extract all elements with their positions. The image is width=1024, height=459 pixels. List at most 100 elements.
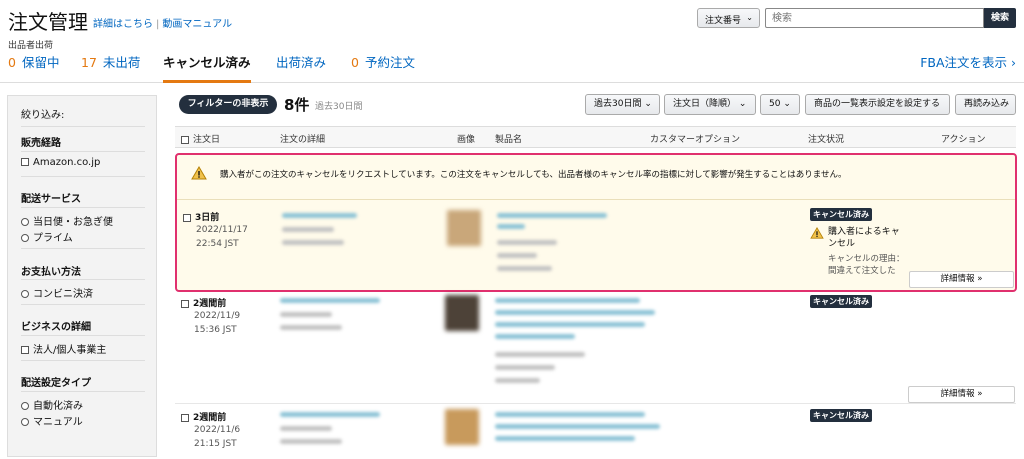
page-size-select[interactable]: 50 ⌄ bbox=[760, 94, 800, 115]
search-type-select[interactable]: 注文番号 ⌄ bbox=[697, 8, 760, 28]
filter-option-automated[interactable]: 自動化済み bbox=[21, 397, 83, 412]
product-name-link-blurred[interactable] bbox=[497, 224, 525, 229]
radio[interactable] bbox=[21, 218, 29, 226]
details-label: 詳細情報 bbox=[940, 274, 975, 284]
row-checkbox[interactable] bbox=[181, 299, 189, 308]
relative-date-label: 3日前 bbox=[195, 213, 220, 223]
chevron-down-icon: ⌄ bbox=[738, 99, 747, 109]
chevron-down-icon: ⌄ bbox=[783, 99, 791, 109]
col-order-status: 注文状況 bbox=[808, 135, 845, 145]
order-detail-blurred bbox=[280, 439, 342, 444]
row-checkbox[interactable] bbox=[183, 213, 191, 222]
divider bbox=[21, 126, 145, 127]
option-label: 法人/個人事業主 bbox=[33, 345, 107, 356]
product-name-link-blurred[interactable] bbox=[495, 424, 660, 429]
product-name-link-blurred[interactable] bbox=[495, 412, 645, 417]
link-separator: | bbox=[156, 19, 160, 30]
option-label: 自動化済み bbox=[33, 401, 83, 412]
product-thumbnail[interactable] bbox=[447, 210, 481, 246]
search-button[interactable]: 検索 bbox=[984, 8, 1016, 28]
order-relative-date: 2週間前 bbox=[181, 296, 226, 309]
checkbox[interactable] bbox=[21, 158, 29, 166]
search-type-value: 注文番号 bbox=[705, 16, 742, 26]
fba-orders-link[interactable]: FBA注文を表示 › bbox=[920, 54, 1016, 72]
divider bbox=[21, 248, 145, 249]
reload-button[interactable]: 再読み込み bbox=[955, 94, 1016, 115]
tab-preorder[interactable]: 0 予約注文 bbox=[351, 54, 415, 83]
product-detail-blurred bbox=[497, 253, 537, 258]
order-date: 2022/11/17 bbox=[196, 225, 248, 235]
row-checkbox[interactable] bbox=[181, 413, 189, 422]
filter-option-konbini[interactable]: コンビニ決済 bbox=[21, 285, 93, 300]
status-badge: キャンセル済み bbox=[810, 208, 872, 221]
tab-label: キャンセル済み bbox=[163, 55, 251, 70]
order-time: 22:54 JST bbox=[196, 239, 239, 249]
period-select[interactable]: 過去30日間 ⌄ bbox=[585, 94, 660, 115]
tab-cancelled[interactable]: キャンセル済み bbox=[163, 54, 251, 83]
filter-heading-shipping-service: 配送サービス bbox=[21, 194, 81, 205]
cancel-reason-title: 購入者によるキャンセル bbox=[828, 227, 900, 249]
tab-label: 保留中 bbox=[21, 55, 60, 70]
divider bbox=[21, 279, 145, 280]
radio[interactable] bbox=[21, 402, 29, 410]
tab-pending[interactable]: 0 保留中 bbox=[8, 54, 59, 83]
filter-heading-shipping-type: 配送設定タイプ bbox=[21, 378, 91, 389]
product-name-link-blurred[interactable] bbox=[495, 334, 575, 339]
details-button[interactable]: 詳細情報 » bbox=[908, 386, 1015, 403]
product-detail-blurred bbox=[495, 352, 585, 357]
product-name-link-blurred[interactable] bbox=[495, 310, 655, 315]
product-detail-blurred bbox=[495, 378, 540, 383]
order-date: 2022/11/9 bbox=[194, 311, 241, 321]
order-detail-blurred bbox=[280, 312, 332, 317]
radio[interactable] bbox=[21, 290, 29, 298]
tab-shipped[interactable]: 出荷済み bbox=[276, 54, 326, 83]
filter-option-prime[interactable]: プライム bbox=[21, 229, 73, 244]
display-settings-button[interactable]: 商品の一覧表示設定を設定する bbox=[805, 94, 950, 115]
details-button[interactable]: 詳細情報 » bbox=[909, 271, 1014, 288]
tab-count: 0 bbox=[351, 55, 359, 70]
product-name-link-blurred[interactable] bbox=[495, 298, 640, 303]
filter-option-amazon[interactable]: Amazon.co.jp bbox=[21, 157, 100, 168]
product-name-link-blurred[interactable] bbox=[495, 322, 645, 327]
option-label: Amazon.co.jp bbox=[33, 157, 101, 168]
search-input[interactable] bbox=[765, 8, 984, 28]
order-time: 21:15 JST bbox=[194, 439, 237, 449]
details-link[interactable]: 詳細はこちら bbox=[93, 19, 153, 30]
tab-count: 17 bbox=[81, 55, 97, 70]
order-status-tabs: 0 保留中 17 未出荷 キャンセル済み 出荷済み 0 予約注文 FBA注文を表示 › bbox=[0, 54, 1024, 83]
product-thumbnail[interactable] bbox=[445, 295, 479, 331]
period-note: 過去30日間 bbox=[315, 102, 363, 112]
option-label: コンビニ決済 bbox=[33, 289, 93, 300]
filter-option-business[interactable]: 法人/個人事業主 bbox=[21, 341, 106, 356]
filter-option-sameday[interactable]: 当日便・お急ぎ便 bbox=[21, 213, 113, 228]
chevron-down-icon: ⌄ bbox=[644, 99, 652, 109]
warning-icon bbox=[191, 166, 207, 180]
hide-filters-button[interactable]: フィルターの非表示 bbox=[179, 95, 277, 114]
order-detail-blurred bbox=[282, 240, 344, 245]
chevron-right-icon: › bbox=[1011, 55, 1016, 70]
order-relative-date: 2週間前 bbox=[181, 410, 226, 423]
tab-unshipped[interactable]: 17 未出荷 bbox=[81, 54, 140, 83]
select-all-checkbox[interactable] bbox=[181, 135, 189, 144]
product-name-link-blurred[interactable] bbox=[497, 213, 607, 218]
warning-icon bbox=[810, 227, 824, 239]
col-order-details: 注文の詳細 bbox=[280, 135, 326, 145]
select-value: 50 bbox=[769, 99, 781, 109]
product-thumbnail[interactable] bbox=[445, 409, 479, 445]
product-name-link-blurred[interactable] bbox=[495, 436, 635, 441]
tab-label: 未出荷 bbox=[102, 55, 141, 70]
filter-option-manual[interactable]: マニュアル bbox=[21, 413, 83, 428]
radio[interactable] bbox=[21, 418, 29, 426]
checkbox[interactable] bbox=[21, 346, 29, 354]
row-divider bbox=[175, 403, 1016, 404]
order-id-link-blurred[interactable] bbox=[280, 412, 380, 417]
video-manual-link[interactable]: 動画マニュアル bbox=[162, 19, 232, 30]
order-date: 2022/11/6 bbox=[194, 425, 241, 435]
sort-select[interactable]: 注文日（降順） ⌄ bbox=[664, 94, 756, 115]
order-id-link-blurred[interactable] bbox=[280, 298, 380, 303]
order-id-link-blurred[interactable] bbox=[282, 213, 357, 218]
radio[interactable] bbox=[21, 234, 29, 242]
filter-sidebar: 絞り込み: 販売経路 Amazon.co.jp 配送サービス 当日便・お急ぎ便 … bbox=[7, 95, 157, 457]
chevron-down-icon: ⌄ bbox=[746, 13, 753, 22]
table-header: 注文日 注文の詳細 画像 製品名 カスタマーオプション 注文状況 アクション bbox=[175, 126, 1016, 148]
